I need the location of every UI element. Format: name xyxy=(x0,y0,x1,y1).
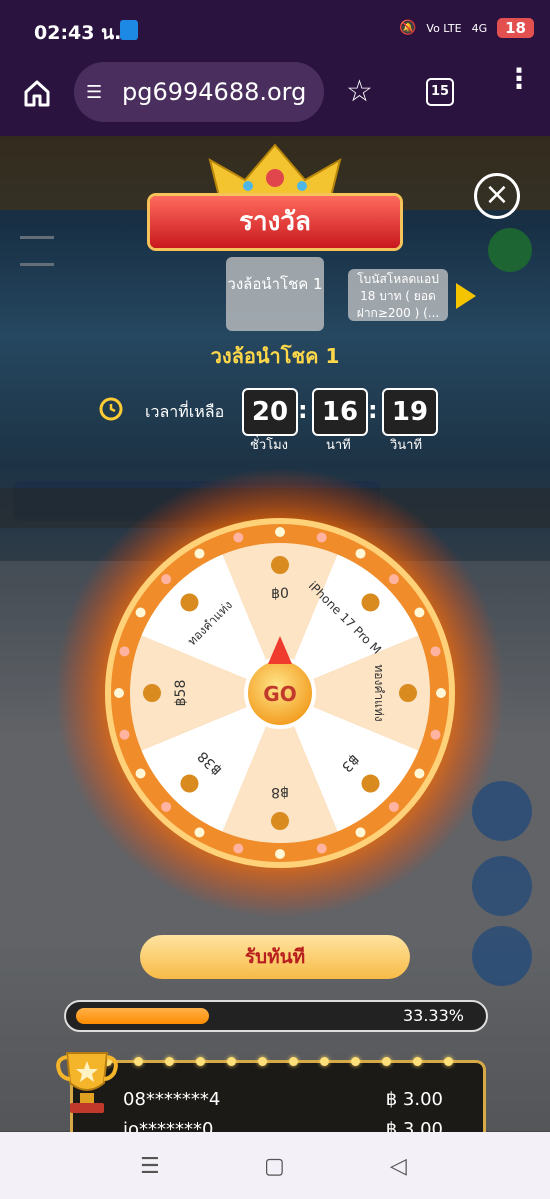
prize-bag-icon xyxy=(180,774,199,793)
browser-menu-icon[interactable]: ⋮ xyxy=(505,65,533,93)
notification-app-icon xyxy=(120,20,138,40)
claim-progress-bar: 33.33% xyxy=(64,1000,488,1032)
rim-light xyxy=(135,768,146,779)
rim-light xyxy=(233,843,244,854)
countdown-hours: 20 xyxy=(242,388,298,436)
status-time: 02:43 น. xyxy=(34,22,122,44)
home-icon[interactable] xyxy=(22,78,52,108)
signal-label: 4G xyxy=(471,21,488,35)
board-light xyxy=(320,1057,329,1066)
wheel-segment-label: ฿58 xyxy=(173,680,189,707)
board-light xyxy=(413,1057,422,1066)
winner-row: 08*******4 ฿ 3.00 xyxy=(123,1089,443,1110)
rim-light xyxy=(388,574,399,585)
mute-icon: 🔕 xyxy=(398,20,417,36)
countdown-seconds: 19 xyxy=(382,388,438,436)
rim-light xyxy=(316,532,327,543)
prize-bag-icon xyxy=(143,684,161,702)
android-nav-bar: ☰ ▢ ◁ xyxy=(0,1132,550,1199)
status-bar: 02:43 น. 🔕 Vo LTE 4G 18 xyxy=(0,0,550,60)
prize-bag-icon xyxy=(361,774,380,793)
rim-light xyxy=(161,574,172,585)
trophy-icon xyxy=(56,1052,118,1113)
seconds-unit: วินาที xyxy=(390,438,423,453)
board-light xyxy=(165,1057,174,1066)
winner-amount: ฿ 3.00 xyxy=(385,1089,443,1110)
rim-light xyxy=(119,729,130,740)
close-icon[interactable]: × xyxy=(474,173,520,219)
progress-text: 33.33% xyxy=(402,1006,464,1025)
prize-bag-icon xyxy=(399,684,417,702)
modal-title: รางวัล xyxy=(150,196,400,248)
rim-light xyxy=(355,548,366,559)
countdown-minutes: 16 xyxy=(312,388,368,436)
rim-light xyxy=(114,688,124,698)
rim-light xyxy=(388,801,399,812)
board-light xyxy=(351,1057,360,1066)
wheel-segment-label: ฿8 xyxy=(271,784,289,800)
rim-light xyxy=(119,646,130,657)
wheel-segment-label: ทองคำแท่ง xyxy=(372,664,386,721)
home-nav-icon[interactable]: ▢ xyxy=(264,1154,285,1179)
prize-bag-icon xyxy=(180,593,199,612)
network-label: Vo LTE xyxy=(426,21,462,35)
board-light xyxy=(289,1057,298,1066)
rim-light xyxy=(436,688,446,698)
tab-switcher-button[interactable]: 15 xyxy=(426,78,454,106)
status-indicators: 🔕 Vo LTE 4G 18 xyxy=(399,18,534,38)
browser-toolbar: ☰ pg6994688.org ☆ 15 ⋮ xyxy=(0,60,550,136)
rim-light xyxy=(316,843,327,854)
tab-app-bonus[interactable]: โบนัสโหลดแอป 18 บาท ( ยอดฝาก≥200 ) (... xyxy=(348,269,448,321)
rim-light xyxy=(135,607,146,618)
rim-light xyxy=(414,607,425,618)
rim-light xyxy=(275,849,285,859)
url-text: pg6994688.org xyxy=(122,78,307,106)
rim-light xyxy=(430,729,441,740)
hours-unit: ชั่วโมง xyxy=(250,438,289,453)
prize-wheel[interactable]: ฿0 iPhone 17 Pro Maxทองคำแท่ง฿3฿8฿38฿58ทอ… xyxy=(55,468,505,918)
countdown-label: เวลาที่เหลือ xyxy=(145,402,225,421)
site-settings-icon[interactable]: ☰ xyxy=(86,82,102,103)
back-icon[interactable]: ◁ xyxy=(390,1154,407,1179)
rim-light xyxy=(233,532,244,543)
prize-bag-icon xyxy=(271,812,289,830)
countdown-colon: : xyxy=(368,396,378,424)
url-bar[interactable]: ☰ pg6994688.org xyxy=(74,62,324,122)
board-light xyxy=(196,1057,205,1066)
board-light xyxy=(258,1057,267,1066)
wheel-segment-label: ฿0 xyxy=(271,586,289,602)
board-light xyxy=(134,1057,143,1066)
rim-light xyxy=(275,527,285,537)
clock-icon xyxy=(99,397,123,421)
rim-light xyxy=(414,768,425,779)
prize-bag-icon xyxy=(361,593,380,612)
board-light xyxy=(444,1057,453,1066)
rim-light xyxy=(430,646,441,657)
countdown-colon: : xyxy=(298,396,308,424)
battery-badge: 18 xyxy=(497,18,534,38)
go-label[interactable]: GO xyxy=(263,682,296,706)
winner-user: 08*******4 xyxy=(123,1089,221,1110)
tab-lucky-wheel-1[interactable]: วงล้อนำโชค 1 xyxy=(226,257,324,331)
wheel-title: วงล้อนำโชค 1 xyxy=(210,344,340,368)
claim-now-button[interactable]: รับทันที xyxy=(140,935,410,979)
recent-apps-icon[interactable]: ☰ xyxy=(140,1154,160,1179)
rim-light xyxy=(355,827,366,838)
bookmark-star-icon[interactable]: ☆ xyxy=(346,74,373,109)
progress-fill xyxy=(76,1008,210,1024)
rim-light xyxy=(194,827,205,838)
minutes-unit: นาที xyxy=(326,438,351,453)
rim-light xyxy=(194,548,205,559)
board-light xyxy=(382,1057,391,1066)
rim-light xyxy=(161,801,172,812)
prize-bag-icon xyxy=(271,556,289,574)
board-light xyxy=(227,1057,236,1066)
tab-next-arrow-icon[interactable] xyxy=(456,283,476,309)
